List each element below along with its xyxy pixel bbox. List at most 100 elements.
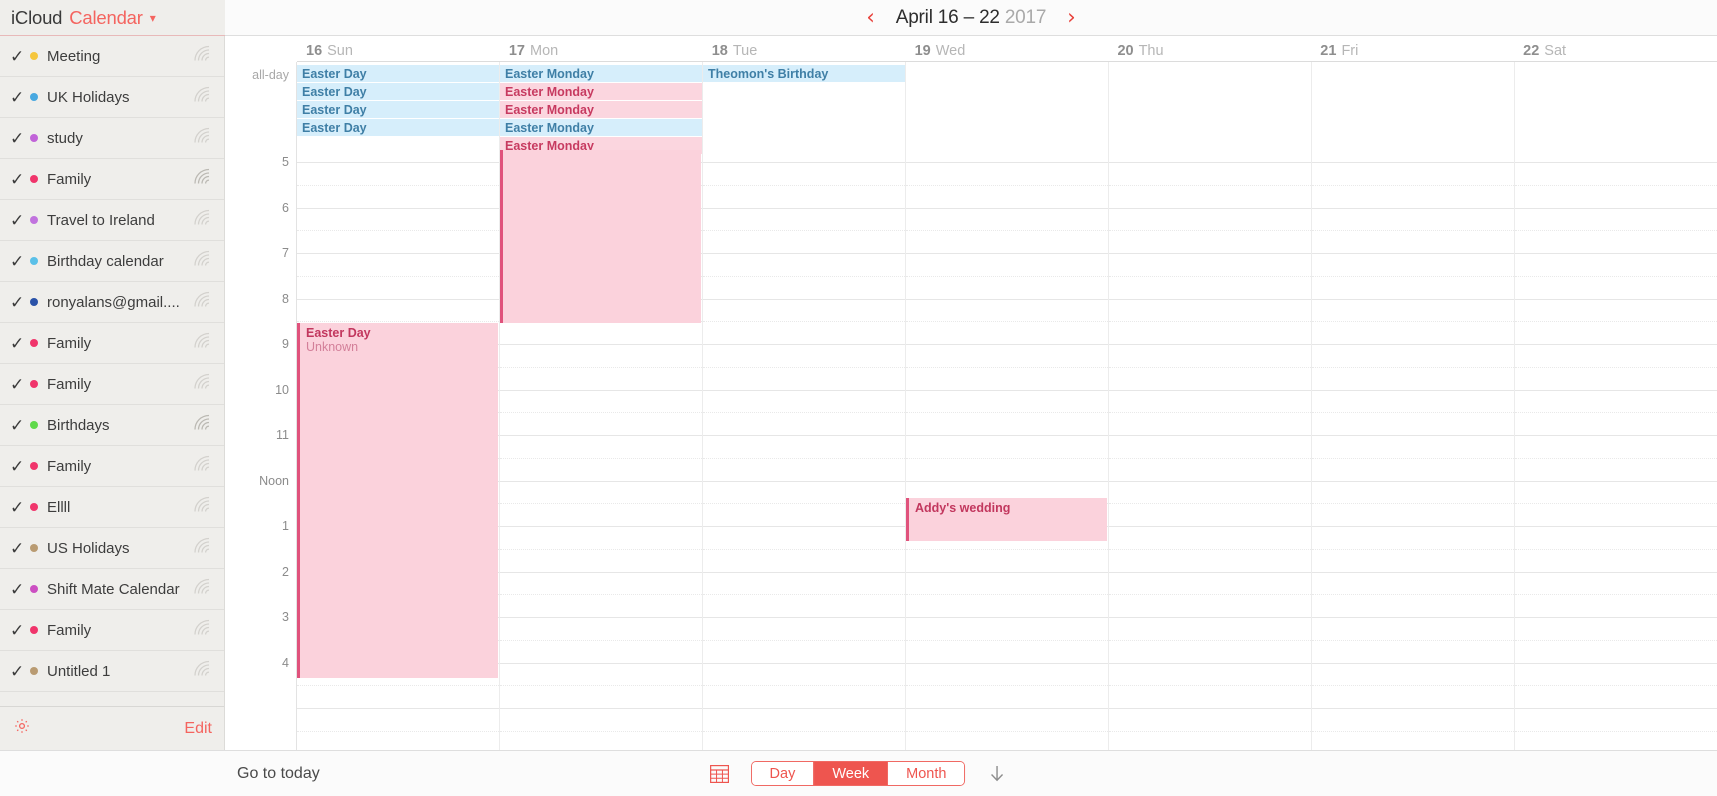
calendar-list-item[interactable]: ✓ Family (0, 610, 224, 651)
day-header[interactable]: 19 Wed (905, 36, 1109, 62)
chevron-down-icon[interactable]: ▾ (150, 12, 156, 24)
calendar-color-dot (30, 175, 38, 183)
hour-label: 9 (282, 337, 289, 351)
calendar-list-item[interactable]: ✓ Family (0, 323, 224, 364)
view-option-month[interactable]: Month (888, 762, 965, 785)
all-day-column[interactable]: Easter Monday Easter Monday Easter Monday E… (500, 62, 703, 154)
view-option-day[interactable]: Day (751, 762, 815, 785)
time-grid[interactable]: 5 6 7 8 9 10 11 Noon 1 2 3 4 Easter Day Unknown Addy'… (225, 150, 1717, 750)
header-bar: ‹ April 16 – 22 2017 › (225, 0, 1717, 36)
day-column[interactable] (1109, 150, 1312, 750)
day-number: 19 (914, 43, 931, 59)
all-day-column[interactable]: Theomon's Birthday (703, 62, 906, 150)
calendar-color-dot (30, 93, 38, 101)
day-header[interactable]: 22 Sat (1514, 36, 1717, 62)
all-day-column[interactable] (1515, 62, 1717, 150)
calendar-checkbox[interactable]: ✓ (10, 499, 30, 516)
shared-calendar-icon (192, 495, 214, 520)
calendar-checkbox[interactable]: ✓ (10, 89, 30, 106)
calendar-list-item[interactable]: ✓ US Holidays (0, 528, 224, 569)
calendar-event[interactable] (500, 150, 701, 323)
calendar-checkbox[interactable]: ✓ (10, 171, 30, 188)
calendar-checkbox[interactable]: ✓ (10, 253, 30, 270)
go-to-today-button[interactable]: Go to today (237, 765, 320, 783)
calendar-list-item[interactable]: ✓ Birthdays (0, 405, 224, 446)
calendar-list-item[interactable]: ✓ Birthday calendar (0, 241, 224, 282)
all-day-event[interactable]: Easter Monday (500, 101, 702, 118)
day-name: Sun (327, 43, 353, 59)
shared-calendar-icon (192, 618, 214, 643)
calendar-checkbox[interactable]: ✓ (10, 622, 30, 639)
all-day-event[interactable]: Theomon's Birthday (703, 65, 905, 82)
calendar-list-item[interactable]: ✓ Meeting (0, 36, 224, 77)
day-header[interactable]: 21 Fri (1311, 36, 1515, 62)
calendar-list-item[interactable]: ✓ Shift Mate Calendar (0, 569, 224, 610)
next-week-button[interactable]: › (1063, 7, 1079, 28)
gear-icon[interactable] (12, 716, 32, 741)
hour-label: 2 (282, 564, 289, 579)
all-day-event[interactable]: Easter Day (297, 83, 499, 100)
day-header[interactable]: 17 Mon (499, 36, 703, 62)
all-day-gutter: all-day (225, 62, 297, 150)
all-day-event[interactable]: Easter Monday (500, 83, 702, 100)
mini-calendar-icon[interactable] (709, 764, 729, 783)
day-header[interactable]: 18 Tue (702, 36, 906, 62)
all-day-column[interactable] (906, 62, 1109, 150)
all-day-event[interactable]: Easter Day (297, 119, 499, 136)
calendar-name: ronyalans@gmail.... (47, 293, 180, 311)
event-title: Addy's wedding (915, 501, 1011, 515)
calendar-event[interactable]: Easter Day Unknown (297, 323, 498, 678)
shared-calendar-icon (192, 85, 214, 110)
day-header[interactable]: 16 Sun (297, 36, 500, 62)
brand-bar[interactable]: iCloud Calendar ▾ (0, 0, 225, 36)
all-day-event[interactable]: Easter Day (297, 65, 499, 82)
view-segmented-control[interactable]: Day Week Month (750, 761, 966, 786)
calendar-color-dot (30, 298, 38, 306)
calendar-checkbox[interactable]: ✓ (10, 540, 30, 557)
calendar-list-item[interactable]: ✓ ronyalans@gmail.... (0, 282, 224, 323)
day-columns[interactable]: Easter Day Unknown Addy's wedding (297, 150, 1717, 750)
all-day-event[interactable]: Easter Monday (500, 119, 702, 136)
calendar-list-item[interactable]: ✓ Untitled 1 (0, 651, 224, 692)
calendar-checkbox[interactable]: ✓ (10, 581, 30, 598)
day-column[interactable]: Addy's wedding (906, 150, 1109, 750)
grid-lines (906, 150, 1108, 750)
calendar-checkbox[interactable]: ✓ (10, 130, 30, 147)
calendar-checkbox[interactable]: ✓ (10, 663, 30, 680)
day-column[interactable] (1312, 150, 1515, 750)
calendar-event[interactable]: Addy's wedding (906, 498, 1107, 541)
prev-week-button[interactable]: ‹ (862, 7, 878, 28)
calendar-checkbox[interactable]: ✓ (10, 376, 30, 393)
calendar-list-item[interactable]: ✓ Travel to Ireland (0, 200, 224, 241)
calendar-list-item[interactable]: ✓ Family (0, 446, 224, 487)
view-option-week[interactable]: Week (814, 762, 889, 785)
calendar-checkbox[interactable]: ✓ (10, 335, 30, 352)
calendar-name: Shift Mate Calendar (47, 580, 180, 598)
calendar-name: Birthday calendar (47, 252, 164, 270)
calendar-name: Ellll (47, 498, 71, 516)
calendar-list-item[interactable]: ✓ Ellll (0, 487, 224, 528)
calendar-list-item[interactable]: ✓ study (0, 118, 224, 159)
calendar-list-item[interactable]: ✓ UK Holidays (0, 77, 224, 118)
all-day-column[interactable] (1109, 62, 1312, 150)
all-day-column[interactable]: Easter Day Easter Day Easter Day Easter Day (297, 62, 500, 150)
calendar-list-item[interactable]: ✓ Family (0, 159, 224, 200)
day-column[interactable] (500, 150, 703, 750)
edit-button[interactable]: Edit (184, 720, 212, 738)
calendar-list-item[interactable]: ✓ Family (0, 364, 224, 405)
day-column[interactable]: Easter Day Unknown (297, 150, 500, 750)
calendar-checkbox[interactable]: ✓ (10, 294, 30, 311)
calendar-checkbox[interactable]: ✓ (10, 48, 30, 65)
calendar-checkbox[interactable]: ✓ (10, 417, 30, 434)
all-day-event[interactable]: Easter Day (297, 101, 499, 118)
day-number: 18 (711, 43, 728, 59)
download-icon[interactable] (987, 763, 1007, 785)
calendar-name: Untitled 1 (47, 662, 111, 680)
calendar-checkbox[interactable]: ✓ (10, 212, 30, 229)
all-day-column[interactable] (1312, 62, 1515, 150)
day-column[interactable] (703, 150, 906, 750)
calendar-checkbox[interactable]: ✓ (10, 458, 30, 475)
day-column[interactable] (1515, 150, 1717, 750)
day-header[interactable]: 20 Thu (1108, 36, 1312, 62)
all-day-event[interactable]: Easter Monday (500, 65, 702, 82)
